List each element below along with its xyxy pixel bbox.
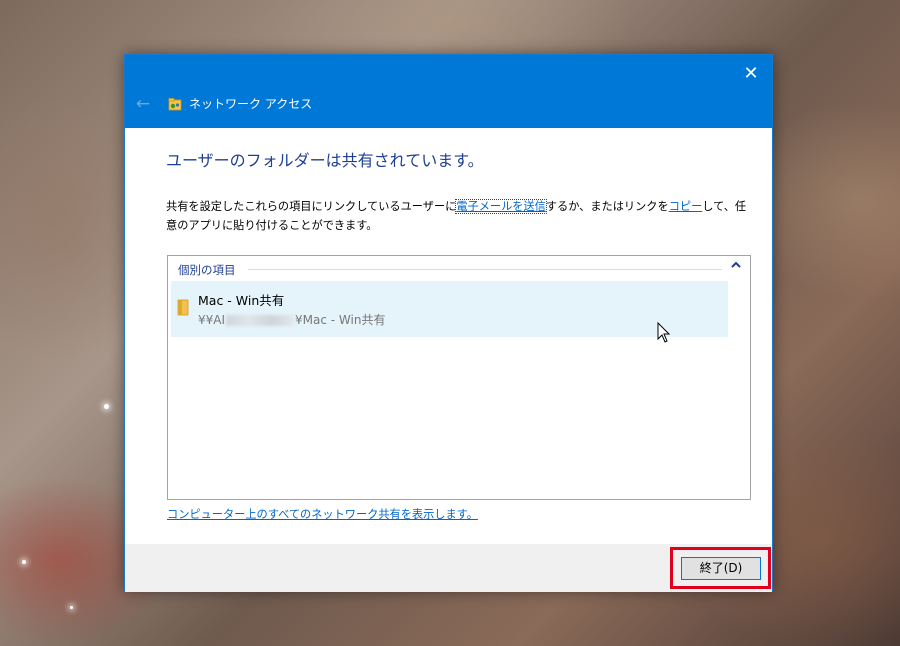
shared-items-list[interactable]: 個別の項目 Mac - Win共有 ¥¥AI ¥Mac - Win共有 [167,255,751,500]
instruction-text-part-1: 共有を設定したこれらの項目にリンクしているユーザーに [166,200,457,213]
back-arrow-icon[interactable]: ← [133,94,153,114]
chevron-up-icon[interactable] [730,261,742,273]
background-star [22,560,26,564]
mouse-pointer-icon [657,322,671,343]
instruction-text: 共有を設定したこれらの項目にリンクしているユーザーに電子メールを送信するか、また… [166,197,756,235]
list-item[interactable]: Mac - Win共有 ¥¥AI ¥Mac - Win共有 [171,281,728,337]
background-star [70,606,73,609]
folder-icon [177,299,189,316]
window-title: ネットワーク アクセス [189,97,313,111]
dialog-content: ユーザーのフォルダーは共有されています。 共有を設定したこれらの項目にリンクして… [125,128,772,544]
redacted-text [226,315,295,326]
show-all-shares-link[interactable]: コンピューター上のすべてのネットワーク共有を表示します。 [167,506,478,522]
item-name: Mac - Win共有 [198,293,285,308]
instruction-text-part-2: するか、またはリンクを [545,200,669,213]
dialog-heading: ユーザーのフォルダーは共有されています。 [166,151,484,170]
close-icon[interactable]: ✕ [740,63,762,85]
item-path-suffix: ¥Mac - Win共有 [295,313,386,327]
finish-button[interactable]: 終了(D) [681,557,761,580]
network-access-dialog: ✕ ← ネットワーク アクセス ユーザーのフォルダーは共有されています。 共有を… [124,54,773,592]
item-path-prefix: ¥¥AI [198,313,226,327]
send-email-link[interactable]: 電子メールを送信 [455,199,547,214]
title-bar: ✕ ← ネットワーク アクセス [125,55,772,128]
background-star [104,404,109,409]
network-share-icon [168,98,182,111]
group-divider [248,269,722,270]
dialog-footer: 終了(D) [125,544,772,592]
group-header: 個別の項目 [178,262,240,278]
item-path: ¥¥AI ¥Mac - Win共有 [198,311,385,328]
copy-link[interactable]: コピー [669,200,703,213]
